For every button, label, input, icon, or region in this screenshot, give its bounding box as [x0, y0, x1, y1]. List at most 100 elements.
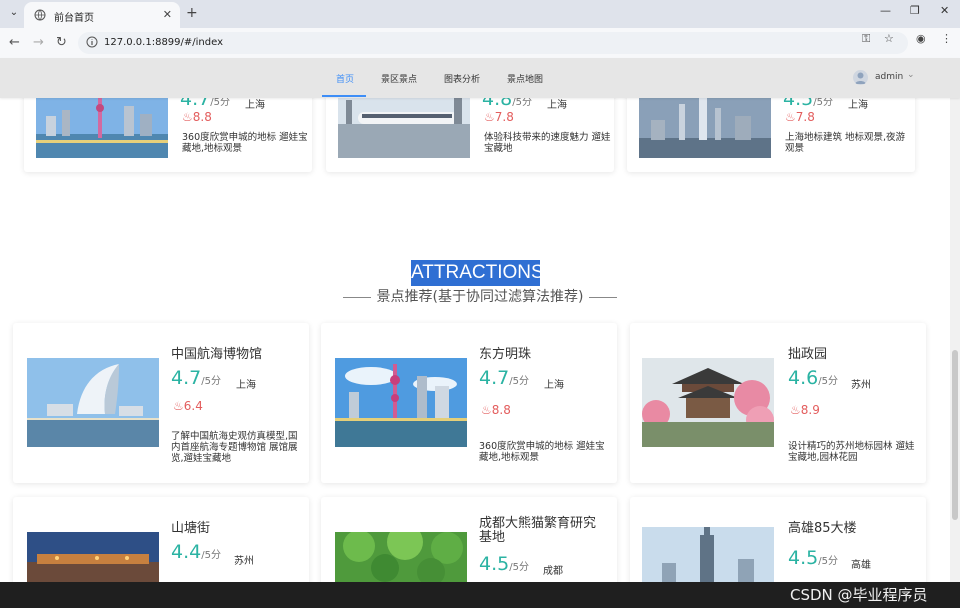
card-name[interactable]: 拙政园: [788, 343, 827, 362]
attraction-image: [639, 94, 771, 158]
card-city: 上海: [245, 100, 265, 111]
attraction-image: [642, 358, 774, 447]
card-name[interactable]: 山塘街: [171, 517, 210, 536]
avatar[interactable]: [853, 70, 868, 85]
nav-attractions[interactable]: 景区景点: [381, 72, 417, 85]
score-unit: /5分: [509, 562, 529, 573]
card-description: 360度欣赏申城的地标 遛娃宝藏地,地标观景: [182, 132, 308, 154]
globe-icon: [34, 9, 46, 21]
tab-close-icon[interactable]: ✕: [163, 8, 172, 21]
flame-icon: ♨: [481, 403, 492, 417]
section-title: ATTRACTIONS: [411, 260, 544, 286]
card-description: 了解中国航海史观仿真模型,国内首座航海专题博物馆 展馆展览,遛娃宝藏地: [171, 431, 298, 464]
heat-value: 7.8: [494, 110, 514, 124]
score-unit: /5分: [210, 97, 230, 108]
heat-value: 8.8: [491, 403, 511, 417]
card-city: 上海: [544, 380, 564, 391]
attraction-card[interactable]: 拙政园 4.6/5分 苏州 ♨8.9 设计精巧的苏州地标园林 遛娃宝藏地,园林花…: [630, 323, 926, 483]
score-value: 4.7: [171, 367, 202, 389]
heat-value: 7.8: [795, 110, 815, 124]
card-description: 360度欣赏申城的地标 遛娃宝藏地,地标观景: [479, 441, 605, 463]
divider-line: [342, 296, 371, 298]
tab-title: 前台首页: [54, 13, 94, 24]
tab-list-chevron-icon[interactable]: ⌄: [6, 5, 22, 21]
card-name[interactable]: 中国航海博物馆: [171, 343, 262, 362]
close-window-icon[interactable]: ✕: [940, 4, 949, 17]
reload-icon[interactable]: ↻: [56, 35, 67, 50]
card-description: 设计精巧的苏州地标园林 遛娃宝藏地,园林花园: [788, 441, 915, 463]
profile-icon[interactable]: ◉: [916, 32, 926, 45]
card-city: 上海: [547, 100, 567, 111]
card-city: 苏州: [234, 556, 254, 567]
bookmark-star-icon[interactable]: ☆: [884, 32, 894, 45]
flame-icon: ♨: [484, 110, 495, 124]
score-value: 4.5: [788, 547, 819, 569]
nav-attraction-map[interactable]: 景点地图: [507, 72, 543, 85]
score-unit: /5分: [818, 376, 838, 387]
card-score: 4.7/5分: [479, 367, 529, 389]
score-value: 4.5: [479, 553, 510, 575]
card-city: 高雄: [851, 560, 871, 571]
card-city: 上海: [236, 380, 256, 391]
address-bar-row: ← → ↻ 127.0.0.1:8899/#/index ⚿ ☆ ◉ ⋮: [0, 28, 960, 58]
subtitle-text: 景点推荐(基于协同过滤算法推荐): [376, 289, 584, 305]
score-unit: /5分: [813, 97, 833, 108]
card-description: 上海地标建筑 地标观景,夜游观景: [785, 132, 906, 154]
score-value: 4.7: [479, 367, 510, 389]
chevron-down-icon[interactable]: ⌄: [907, 70, 915, 80]
nav-chart-analysis[interactable]: 图表分析: [444, 72, 480, 85]
attraction-image: [335, 532, 467, 582]
password-key-icon[interactable]: ⚿: [862, 32, 870, 46]
card-heat: ♨8.9: [790, 403, 820, 417]
browser-tab-bar: ⌄ 前台首页 ✕ + — ❐ ✕: [0, 0, 960, 28]
more-menu-icon[interactable]: ⋮: [941, 32, 952, 45]
score-unit: /5分: [201, 550, 221, 561]
card-heat: ♨7.8: [785, 110, 815, 124]
card-score: 4.4/5分: [171, 541, 221, 563]
url-input[interactable]: 127.0.0.1:8899/#/index: [78, 32, 908, 54]
card-score: 4.7/5分: [171, 367, 221, 389]
card-score: 4.5/5分: [479, 553, 529, 575]
flame-icon: ♨: [790, 403, 801, 417]
heat-value: 8.9: [800, 403, 820, 417]
attraction-image: [642, 527, 774, 582]
card-name[interactable]: 高雄85大楼: [788, 517, 857, 536]
card-city: 成都: [543, 566, 563, 577]
section-subtitle: 景点推荐(基于协同过滤算法推荐): [0, 286, 960, 306]
attraction-image: [27, 532, 159, 582]
score-unit: /5分: [512, 97, 532, 108]
user-name[interactable]: admin: [875, 72, 903, 82]
maximize-icon[interactable]: ❐: [910, 4, 920, 17]
card-city: 苏州: [851, 380, 871, 391]
scrollbar-thumb[interactable]: [952, 350, 958, 520]
nav-home[interactable]: 首页: [336, 72, 354, 85]
card-score: 4.5/5分: [788, 547, 838, 569]
card-heat: ♨8.8: [182, 110, 212, 124]
score-value: 4.6: [788, 367, 819, 389]
site-header: 首页 景区景点 图表分析 景点地图 admin ⌄: [0, 58, 960, 98]
active-nav-indicator: [322, 95, 366, 97]
back-arrow-icon[interactable]: ←: [9, 35, 20, 50]
watermark: CSDN @毕业程序员: [790, 586, 928, 604]
heat-value: 8.8: [192, 110, 212, 124]
attraction-image: [335, 358, 467, 447]
score-unit: /5分: [818, 556, 838, 567]
card-name[interactable]: 成都大熊猫繁育研究基地: [479, 517, 605, 545]
site-info-icon[interactable]: [86, 36, 98, 48]
attraction-card[interactable]: 东方明珠 4.7/5分 上海 ♨8.8 360度欣赏申城的地标 遛娃宝藏地,地标…: [321, 323, 617, 483]
score-unit: /5分: [509, 376, 529, 387]
card-heat: ♨8.8: [481, 403, 511, 417]
browser-tab[interactable]: 前台首页 ✕: [24, 2, 180, 28]
score-unit: /5分: [201, 376, 221, 387]
forward-arrow-icon[interactable]: →: [33, 35, 44, 50]
score-value: 4.4: [171, 541, 202, 563]
card-name[interactable]: 东方明珠: [479, 343, 531, 362]
attraction-card[interactable]: 中国航海博物馆 4.7/5分 上海 ♨6.4 了解中国航海史观仿真模型,国内首座…: [13, 323, 309, 483]
flame-icon: ♨: [785, 110, 796, 124]
card-heat: ♨6.4: [173, 399, 203, 413]
attraction-image: [27, 358, 159, 447]
new-tab-plus-icon[interactable]: +: [186, 5, 198, 21]
card-description: 体验科技带来的速度魅力 遛娃宝藏地: [484, 132, 611, 154]
minimize-icon[interactable]: —: [880, 4, 891, 17]
heat-value: 6.4: [183, 399, 203, 413]
